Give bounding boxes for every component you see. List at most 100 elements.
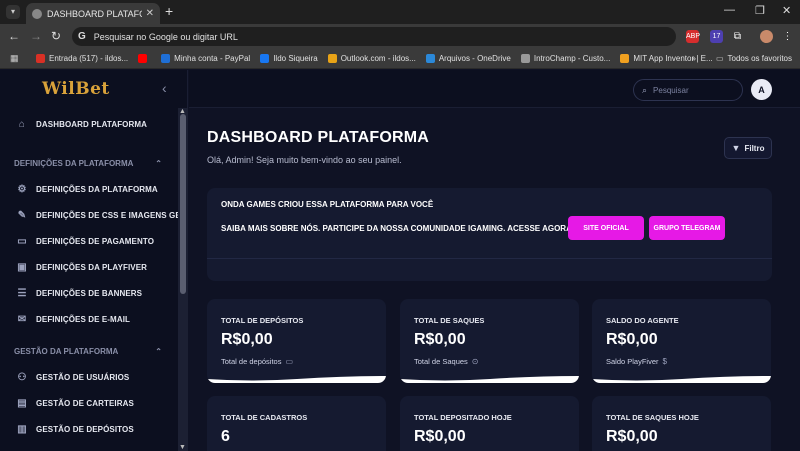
- menu-spacer: [0, 138, 178, 144]
- browser-tab-bar: ▾ DASHBOARD PLATAFORMA - W ✕ + — ❐ ✕: [0, 0, 800, 24]
- sidebar-item-icon: ▤: [17, 397, 27, 409]
- bookmarks-bar: ▦ Entrada (517) - ildos... Minha conta - …: [0, 49, 800, 69]
- sidebar-scrollbar[interactable]: ▲ ▼: [178, 108, 188, 451]
- stat-card-subtitle: Total de Saques ⊙: [414, 357, 479, 366]
- browser-menu-icon[interactable]: ⋮: [781, 30, 794, 43]
- adblock-extension-icon[interactable]: ABP: [686, 30, 700, 43]
- all-bookmarks-link[interactable]: Todos os favoritos: [728, 54, 792, 63]
- bookmark-label: Ildo Siqueira: [273, 54, 318, 63]
- stat-card-icon: ▭: [285, 357, 294, 366]
- stat-card-wave: [207, 376, 386, 383]
- profile-avatar-icon[interactable]: [760, 30, 773, 43]
- grupo-telegram-button[interactable]: GRUPO TELEGRAM: [649, 216, 725, 240]
- stat-card-title: TOTAL DE CADASTROS: [221, 413, 308, 422]
- sidebar-item[interactable]: ☰ DEFINIÇÕES DE BANNERS: [0, 280, 178, 306]
- sidebar-item-label: DEFINIÇÕES DE E-MAIL: [36, 314, 131, 324]
- reload-icon[interactable]: ↻: [51, 29, 61, 43]
- stat-card-wave-shape: [207, 376, 386, 383]
- bookmark-item[interactable]: IntroChamp - Custo...: [520, 54, 611, 63]
- sidebar-item[interactable]: ✉ DEFINIÇÕES DE E-MAIL: [0, 306, 178, 332]
- sidebar-item-label: DEFINIÇÕES DA PLAYFIVER: [36, 262, 148, 272]
- promo-line-2: SAIBA MAIS SOBRE NÓS. PARTICIPE DA NOSSA…: [221, 224, 575, 233]
- sidebar-item[interactable]: ▣ DEFINIÇÕES DA PLAYFIVER: [0, 254, 178, 280]
- sidebar-item[interactable]: ⚙ DEFINIÇÕES DA PLATAFORMA: [0, 176, 178, 202]
- extension-badge-count: 17: [712, 33, 721, 40]
- stat-card-subtitle: Saldo PlayFiver $: [606, 357, 667, 366]
- stat-card-value: 6: [221, 428, 230, 445]
- extensions-puzzle-icon[interactable]: ⧉: [731, 30, 744, 43]
- user-avatar[interactable]: A: [751, 79, 772, 100]
- stat-card: TOTAL DE DEPÓSITOS R$0,00 Total de depósit…: [207, 299, 386, 383]
- stat-card-wave: [400, 376, 579, 383]
- sidebar-item[interactable]: ⌂ DASHBOARD PLATAFORMA: [0, 110, 178, 138]
- sidebar-item[interactable]: ⚇ GESTÃO DE USUÁRIOS: [0, 364, 178, 390]
- stat-card-title: TOTAL DE DEPÓSITOS: [221, 316, 304, 325]
- search-input[interactable]: ⌕ Pesquisar: [633, 79, 743, 101]
- sidebar-item[interactable]: ▤ GESTÃO DE CARTEIRAS: [0, 390, 178, 416]
- stat-card-icon: ⊙: [471, 357, 479, 366]
- stat-card-value: R$0,00: [606, 428, 658, 445]
- tab-title: DASHBOARD PLATAFORMA - W: [47, 8, 142, 19]
- bookmark-label: IntroChamp - Custo...: [533, 54, 611, 63]
- new-tab-icon[interactable]: +: [165, 3, 173, 19]
- page-title: DASHBOARD PLATAFORMA: [207, 129, 430, 146]
- sidebar-item-label: DEFINIÇÕES DE CSS E IMAGENS GER...: [36, 210, 178, 220]
- sidebar-item-label: GESTÃO DE CARTEIRAS: [36, 398, 134, 408]
- stat-card-title: SALDO DO AGENTE: [606, 316, 679, 325]
- bookmark-favicon-icon: [425, 54, 435, 63]
- bookmark-item[interactable]: Outlook.com - ildos...: [327, 54, 416, 63]
- search-placeholder: Pesquisar: [653, 85, 689, 95]
- stat-card-subtitle-text: Total de Saques: [414, 357, 468, 366]
- bookmark-favicon-icon: [620, 54, 630, 63]
- stat-card-value: R$0,00: [606, 331, 658, 348]
- promo-line-1: ONDA GAMES CRIOU ESSA PLATAFORMA PARA VO…: [221, 200, 434, 209]
- site-oficial-button[interactable]: SITE OFICIAL: [568, 216, 644, 240]
- bookmark-label: Entrada (517) - ildos...: [49, 54, 129, 63]
- back-icon[interactable]: ←: [8, 29, 20, 43]
- stat-card-title: TOTAL DEPOSITADO HOJE: [414, 413, 512, 422]
- address-bar[interactable]: G Pesquisar no Google ou digitar URL: [72, 27, 676, 46]
- sidebar-item-label: GESTÃO DE DEPÓSITOS: [36, 424, 134, 434]
- sidebar-section-header[interactable]: GESTÃO DA PLATAFORMA ⌃: [0, 338, 178, 364]
- bookmark-item[interactable]: [138, 54, 151, 63]
- address-placeholder: Pesquisar no Google ou digitar URL: [93, 31, 238, 42]
- bookmark-item[interactable]: Minha conta - PayPal: [161, 54, 250, 63]
- promo-banner: ONDA GAMES CRIOU ESSA PLATAFORMA PARA VO…: [207, 188, 772, 281]
- sidebar-item-icon: ✉: [17, 313, 27, 325]
- sidebar-menu: ⌂ DASHBOARD PLATAFORMA DEFINIÇÕES DA PLATA…: [0, 110, 178, 442]
- bookmarks-more-icon[interactable]: »: [692, 54, 696, 63]
- apps-grid-icon[interactable]: ▦: [10, 53, 22, 64]
- maximize-icon[interactable]: ❐: [755, 4, 765, 17]
- sidebar-item-icon: ⚙: [17, 183, 27, 195]
- scroll-down-icon[interactable]: ▼: [179, 444, 186, 451]
- tab-favicon-icon: [32, 8, 42, 19]
- bookmark-item[interactable]: Entrada (517) - ildos...: [36, 54, 128, 63]
- sidebar-section-header[interactable]: DEFINIÇÕES DA PLATAFORMA ⌃: [0, 150, 178, 176]
- tab-search-icon[interactable]: ▾: [6, 5, 20, 19]
- stat-card: TOTAL DEPOSITADO HOJE R$0,00: [400, 396, 579, 451]
- filter-button[interactable]: ▼ Filtro: [724, 137, 772, 159]
- forward-icon[interactable]: →: [30, 29, 42, 43]
- minimize-icon[interactable]: —: [724, 4, 735, 16]
- top-bar: ⌕ Pesquisar A: [189, 70, 800, 108]
- sidebar-section-label: DEFINIÇÕES DA PLATAFORMA: [14, 158, 134, 168]
- stat-card-wave-shape: [400, 376, 579, 383]
- sidebar-item-icon: ✎: [17, 209, 27, 221]
- sidebar-item[interactable]: ✎ DEFINIÇÕES DE CSS E IMAGENS GER...: [0, 202, 178, 228]
- close-window-icon[interactable]: ✕: [782, 4, 791, 17]
- logo[interactable]: WilBet: [42, 79, 110, 99]
- bookmark-label: Arquivos - OneDrive: [438, 54, 511, 63]
- browser-tab[interactable]: DASHBOARD PLATAFORMA - W ✕: [26, 3, 160, 24]
- extension-badge-icon[interactable]: 17: [710, 30, 723, 43]
- tab-close-icon[interactable]: ✕: [146, 8, 154, 19]
- bookmark-item[interactable]: Arquivos - OneDrive: [425, 54, 511, 63]
- sidebar-item[interactable]: ▭ DEFINIÇÕES DE PAGAMENTO: [0, 228, 178, 254]
- sidebar-item-icon: ☰: [17, 287, 27, 299]
- sidebar-item-icon: ▭: [17, 235, 27, 247]
- bookmark-item[interactable]: Ildo Siqueira: [260, 54, 318, 63]
- collapse-sidebar-icon[interactable]: ‹: [162, 80, 167, 96]
- sidebar-item[interactable]: ▥ GESTÃO DE DEPÓSITOS: [0, 416, 178, 442]
- page-subtitle: Olá, Admin! Seja muito bem-vindo ao seu …: [207, 155, 402, 165]
- bookmark-label: Outlook.com - ildos...: [340, 54, 416, 63]
- scrollbar-thumb[interactable]: [180, 114, 186, 294]
